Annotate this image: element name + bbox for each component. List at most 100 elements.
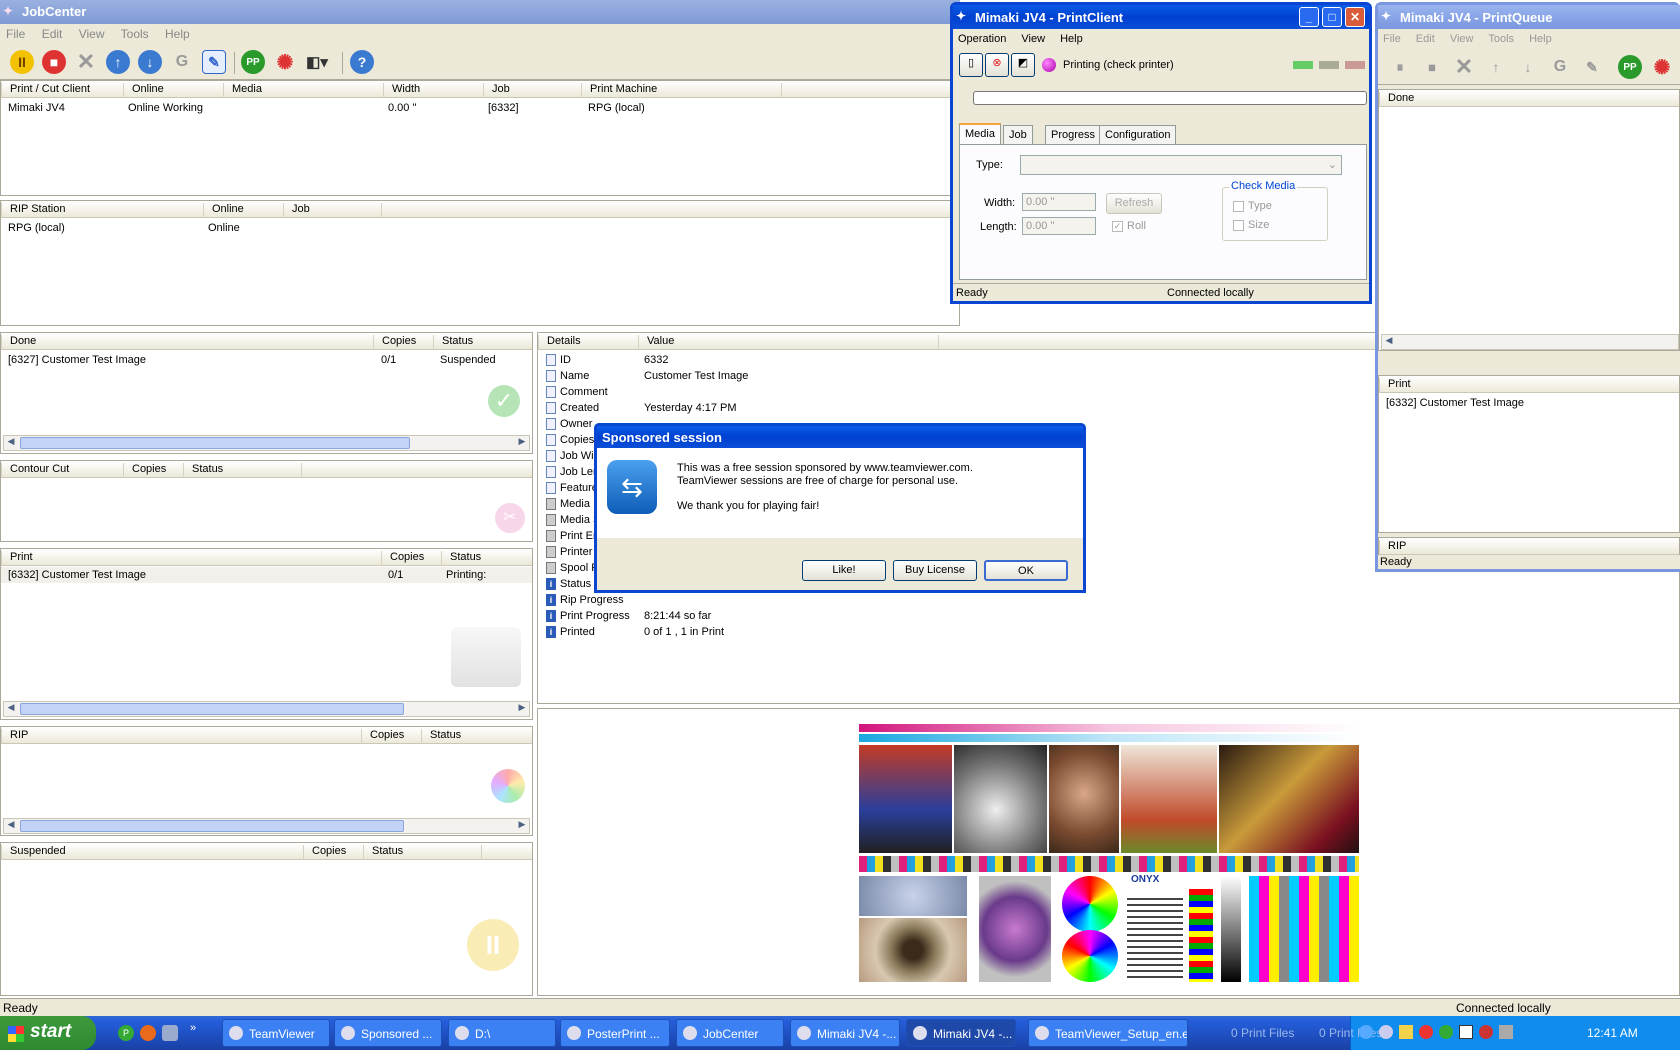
tray-volume-icon[interactable] (1499, 1025, 1513, 1039)
pq-done-hscroll[interactable]: ◀ (1381, 334, 1679, 350)
col-media[interactable]: Media (223, 83, 262, 98)
delete-icon[interactable]: ✕ (1452, 54, 1476, 79)
delete-icon[interactable]: ✕ (74, 49, 98, 74)
quicklaunch-app-icon[interactable] (162, 1025, 178, 1041)
done-hscroll[interactable]: ◀ ▶ (3, 435, 530, 451)
check-size-checkbox[interactable]: Size (1233, 219, 1269, 231)
tray-security-icon[interactable] (1479, 1025, 1493, 1039)
menu-operation[interactable]: Operation (958, 33, 1006, 45)
media-type-select[interactable]: ⌄ (1020, 155, 1342, 175)
col-status[interactable]: Status (421, 729, 461, 744)
menu-help[interactable]: Help (1529, 33, 1552, 45)
col-print-machine[interactable]: Print Machine (581, 83, 657, 98)
taskbar-button[interactable]: TeamViewer (222, 1019, 330, 1047)
page-icon[interactable]: ▯ (959, 53, 983, 77)
col-rip[interactable]: RIP (1379, 540, 1406, 555)
firefox-icon[interactable] (140, 1025, 156, 1041)
taskbar-button[interactable]: PosterPrint ... (560, 1019, 670, 1047)
tray-alert-icon[interactable] (1419, 1025, 1433, 1039)
move-up-icon[interactable]: ↑ (1484, 55, 1508, 79)
menu-view[interactable]: View (1021, 33, 1045, 45)
stop-icon[interactable]: ⏹ (1420, 55, 1444, 79)
col-copies[interactable]: Copies (303, 845, 346, 860)
col-width[interactable]: Width (383, 83, 420, 98)
taskbar-button[interactable]: Sponsored ... (334, 1019, 442, 1047)
col-print-cut-client[interactable]: Print / Cut Client (1, 83, 90, 98)
pause-icon[interactable]: ⏸ (1388, 55, 1412, 79)
refresh-button[interactable]: Refresh (1106, 193, 1162, 214)
tab-job[interactable]: Job (1003, 125, 1033, 144)
width-field[interactable]: 0.00 " (1022, 193, 1096, 211)
col-copies[interactable]: Copies (123, 463, 166, 478)
help-icon[interactable]: ? (350, 50, 374, 74)
clock[interactable]: 12:41 AM (1587, 1026, 1638, 1040)
col-job[interactable]: Job (283, 203, 310, 218)
col-rip-station[interactable]: RIP Station (1, 203, 65, 218)
ok-button[interactable]: OK (984, 560, 1068, 581)
col-status[interactable]: Status (363, 845, 403, 860)
taskbar-button[interactable]: Mimaki JV4 -... (790, 1019, 900, 1047)
tab-progress[interactable]: Progress (1045, 125, 1102, 144)
col-status[interactable]: Status (433, 335, 473, 350)
pq-print-row[interactable]: [6332] Customer Test Image (1386, 397, 1524, 409)
tab-media[interactable]: Media (959, 123, 1001, 144)
print-row[interactable]: [6332] Customer Test Image 0/1 Printing: (1, 567, 532, 583)
tray-network-icon[interactable] (1379, 1025, 1393, 1039)
col-status[interactable]: Status (441, 551, 481, 566)
menu-file[interactable]: File (6, 27, 25, 41)
taskbar-button[interactable]: Mimaki JV4 -... (906, 1019, 1016, 1047)
cancel-job-icon[interactable]: ⊗ (985, 53, 1009, 77)
col-suspended[interactable]: Suspended (1, 845, 66, 860)
posterprint-icon[interactable]: PP (1618, 55, 1642, 79)
edit-job-icon[interactable]: ✎ (1580, 55, 1604, 79)
col-online[interactable]: Online (203, 203, 244, 218)
stop-icon[interactable]: ■ (42, 50, 66, 74)
taskbar-button[interactable]: TeamViewer_Setup_en.exe (1028, 1019, 1188, 1047)
col-value[interactable]: Value (638, 335, 674, 350)
details-row[interactable]: i Rip Progress (538, 592, 1679, 608)
maximize-icon[interactable]: □ (1322, 7, 1342, 27)
col-rip[interactable]: RIP (1, 729, 28, 744)
color-wheel-icon[interactable]: ✺ (273, 50, 297, 74)
close-icon[interactable]: ✕ (1345, 7, 1365, 27)
print-hscroll[interactable]: ◀ ▶ (3, 701, 530, 717)
menu-edit[interactable]: Edit (1416, 33, 1435, 45)
buy-license-button[interactable]: Buy License (893, 560, 977, 581)
move-up-icon[interactable]: ↑ (106, 50, 130, 74)
check-type-checkbox[interactable]: Type (1233, 200, 1272, 212)
pause-icon[interactable]: II (10, 50, 34, 74)
details-row[interactable]: i Printed 0 of 1 , 1 in Print (538, 624, 1679, 640)
col-details[interactable]: Details (538, 335, 581, 350)
col-online[interactable]: Online (123, 83, 164, 98)
col-status[interactable]: Status (183, 463, 223, 478)
edit-job-icon[interactable]: ✎ (202, 50, 226, 74)
menu-edit[interactable]: Edit (42, 27, 63, 41)
like-button[interactable]: Like! (802, 560, 886, 581)
profile-dropdown-icon[interactable]: ◧▾ (305, 50, 329, 74)
col-copies[interactable]: Copies (373, 335, 416, 350)
details-row[interactable]: i Print Progress 8:21:44 so far (538, 608, 1679, 624)
quicklaunch-expand-icon[interactable]: » (190, 1022, 196, 1034)
minimize-icon[interactable]: _ (1299, 7, 1319, 27)
color-wheel-icon[interactable]: ✺ (1650, 55, 1674, 79)
menu-file[interactable]: File (1383, 33, 1401, 45)
menu-view[interactable]: View (79, 27, 105, 41)
tray-sync-icon[interactable] (1439, 1025, 1453, 1039)
menu-view[interactable]: View (1450, 33, 1474, 45)
col-print[interactable]: Print (1, 551, 33, 566)
menu-tools[interactable]: Tools (121, 27, 149, 41)
menu-tools[interactable]: Tools (1488, 33, 1514, 45)
col-print[interactable]: Print (1379, 378, 1411, 393)
taskbar-button[interactable]: JobCenter (676, 1019, 784, 1047)
col-copies[interactable]: Copies (381, 551, 424, 566)
menu-help[interactable]: Help (1060, 33, 1083, 45)
quicklaunch-posterprint-icon[interactable]: P (118, 1025, 134, 1041)
tray-shield-icon[interactable] (1399, 1025, 1413, 1039)
taskbar-button[interactable]: D:\ (448, 1019, 556, 1047)
resubmit-icon[interactable]: G (170, 50, 194, 74)
printer-status-icon[interactable]: ◩ (1011, 53, 1035, 77)
resubmit-icon[interactable]: G (1548, 55, 1572, 79)
move-down-icon[interactable]: ↓ (1516, 55, 1540, 79)
tray-back-icon[interactable] (1359, 1025, 1373, 1039)
menu-help[interactable]: Help (165, 27, 190, 41)
